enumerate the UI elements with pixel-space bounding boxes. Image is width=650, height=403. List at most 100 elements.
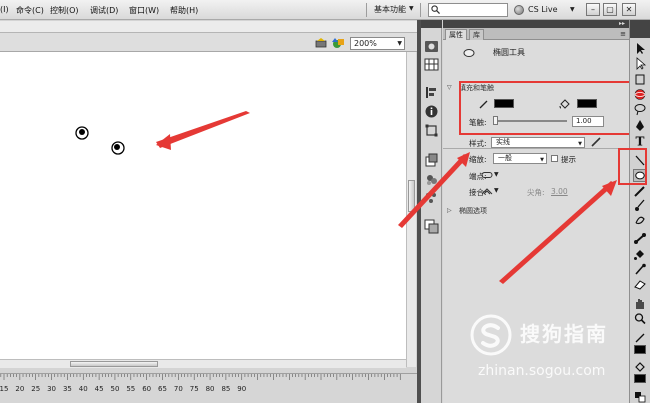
pencil-tool-icon[interactable]: [633, 185, 647, 198]
scroll-thumb[interactable]: [70, 361, 158, 367]
chevron-down-icon[interactable]: ▼: [409, 5, 414, 12]
panel-tabs: 属性 库 ≡: [443, 28, 629, 40]
motion-presets-icon[interactable]: [424, 39, 439, 54]
fill-color-well[interactable]: [634, 374, 646, 383]
edit-scene-icon[interactable]: [315, 38, 327, 48]
color-swatches-icon[interactable]: [424, 57, 439, 72]
ruler-label: 15: [0, 385, 8, 393]
stroke-color-tool-icon[interactable]: [633, 331, 647, 344]
3d-rotation-tool-icon[interactable]: [633, 88, 647, 101]
free-transform-tool-icon[interactable]: [633, 73, 647, 86]
bone-tool-icon[interactable]: [633, 232, 647, 245]
pen-tool-icon[interactable]: [633, 119, 647, 132]
subselection-tool-icon[interactable]: [633, 57, 647, 70]
dock-header: [421, 20, 442, 28]
tools-panel: T: [629, 20, 650, 403]
brush-tool-icon[interactable]: [633, 199, 647, 212]
menu-command[interactable]: 命令(C): [16, 5, 44, 16]
timeline-ruler: 15 20 25 30 35 40 45 50 55 60 65 70 75 80 85 90: [0, 373, 417, 403]
stroke-color-well[interactable]: [634, 345, 646, 354]
zoom-select[interactable]: 200% ▼: [350, 37, 405, 50]
stroke-style-select[interactable]: 实线 ▼: [491, 137, 585, 148]
eraser-tool-icon[interactable]: [633, 278, 647, 291]
ruler-label: 40: [79, 385, 88, 393]
sogou-logo-icon: [470, 314, 512, 356]
chevron-down-icon: ▼: [397, 40, 402, 47]
timeline-strip: [0, 21, 417, 33]
scale-label: 缩放:: [469, 155, 487, 164]
edit-stroke-style-icon[interactable]: [591, 137, 601, 147]
minimize-button[interactable]: –: [586, 3, 600, 16]
edit-symbol-icon[interactable]: [332, 37, 346, 49]
menu-item-partial[interactable]: (I): [0, 5, 9, 14]
chevron-down-icon[interactable]: ▼: [494, 187, 499, 194]
menu-control[interactable]: 控制(O): [50, 5, 79, 16]
align-icon[interactable]: [424, 85, 439, 100]
annotation-highlight-box: [618, 148, 647, 185]
ruler-label: 85: [221, 385, 230, 393]
section-collapsed-icon[interactable]: ▷: [447, 207, 452, 214]
deco-tool-icon[interactable]: [633, 213, 647, 226]
scale-select[interactable]: 一般 ▼: [493, 153, 547, 164]
menu-debug[interactable]: 调试(D): [90, 5, 118, 16]
hint-label: 提示: [561, 155, 576, 164]
section-expand-icon[interactable]: ▽: [447, 84, 452, 91]
cs-live-icon[interactable]: [514, 5, 524, 15]
menu-help[interactable]: 帮助(H): [170, 5, 198, 16]
workspace-switcher[interactable]: 基本功能: [374, 4, 406, 15]
black-white-icon[interactable]: [633, 390, 647, 403]
menubar-separator: [366, 3, 367, 17]
watermark-url: zhinan.sogou.com: [478, 363, 606, 379]
tab-library[interactable]: 库: [469, 29, 484, 40]
info-icon[interactable]: [424, 104, 439, 119]
tab-properties[interactable]: 属性: [445, 29, 467, 40]
join-round-icon[interactable]: [481, 187, 493, 195]
component-inspector-icon[interactable]: [424, 219, 439, 234]
ruler-label: 65: [158, 385, 167, 393]
scroll-thumb[interactable]: [408, 180, 415, 212]
ruler-label: 30: [47, 385, 56, 393]
restore-button[interactable]: ▢: [603, 3, 617, 16]
section-oval-options-title[interactable]: 椭圆选项: [459, 206, 487, 216]
cs-live-label[interactable]: CS Live: [528, 5, 558, 14]
components-icon[interactable]: [424, 153, 439, 168]
chevron-down-icon[interactable]: ▼: [570, 6, 575, 13]
collapse-icon[interactable]: ▸▸: [619, 20, 625, 28]
horizontal-scrollbar[interactable]: [0, 359, 406, 368]
menubar: (I) 命令(C) 控制(O) 调试(D) 窗口(W) 帮助(H) 基本功能 ▼…: [0, 0, 650, 20]
ruler-label: 70: [174, 385, 183, 393]
ruler-ticks: 15 20 25 30 35 40 45 50 55 60 65 70 75 80 85 90: [0, 374, 401, 393]
stage-canvas[interactable]: [0, 52, 406, 359]
help-search-input[interactable]: [428, 3, 508, 17]
paint-bucket-tool-icon[interactable]: [633, 248, 647, 261]
movie-explorer-icon[interactable]: [424, 190, 439, 205]
edit-bar: 200% ▼: [0, 21, 417, 52]
selection-tool-icon[interactable]: [633, 42, 647, 55]
text-tool-icon[interactable]: T: [633, 134, 647, 148]
vertical-scrollbar[interactable]: [406, 52, 416, 367]
zoom-value: 200%: [354, 39, 377, 48]
stroke-style-value: 实线: [496, 138, 510, 146]
transform-icon[interactable]: [424, 123, 439, 138]
zoom-tool-icon[interactable]: [633, 312, 647, 325]
eye-shape-left[interactable]: [75, 126, 89, 140]
history-icon[interactable]: [424, 172, 439, 187]
eye-shape-right[interactable]: [111, 141, 125, 155]
chevron-down-icon[interactable]: ▼: [494, 171, 499, 178]
panel-menu-icon[interactable]: ≡: [620, 30, 626, 38]
scale-value: 一般: [498, 154, 512, 162]
cap-round-icon[interactable]: [481, 171, 493, 179]
tools-header: [630, 20, 650, 38]
chevron-down-icon: ▼: [540, 157, 544, 163]
close-button[interactable]: ✕: [622, 3, 636, 16]
fill-color-tool-icon[interactable]: [633, 360, 647, 373]
ruler-label: 90: [237, 385, 246, 393]
current-tool-name: 椭圆工具: [493, 48, 525, 57]
lasso-tool-icon[interactable]: [633, 103, 647, 116]
hand-tool-icon[interactable]: [633, 297, 647, 310]
hint-checkbox[interactable]: [551, 155, 558, 162]
ruler-label: 80: [206, 385, 215, 393]
eyedropper-tool-icon[interactable]: [633, 263, 647, 276]
miter-label: 尖角:: [527, 188, 545, 197]
menu-window[interactable]: 窗口(W): [129, 5, 159, 16]
